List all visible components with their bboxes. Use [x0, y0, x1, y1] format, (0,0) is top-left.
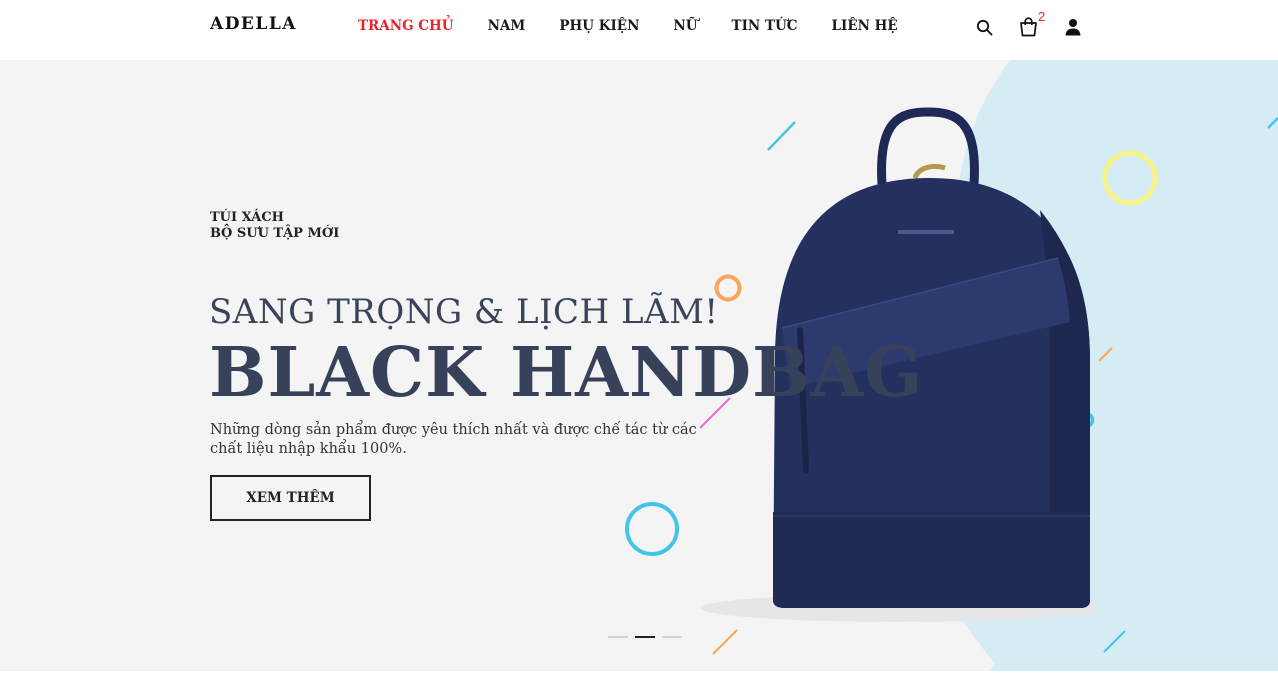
hero-collection: BỘ SƯU TẬP MỚI	[210, 226, 340, 241]
hero-headline: BLACK HANDBAG	[209, 333, 924, 413]
nav-item-nu[interactable]: NỮ	[673, 18, 697, 34]
logo[interactable]: ADELLA	[210, 14, 297, 34]
hero-description: Những dòng sản phẩm được yêu thích nhất …	[210, 422, 697, 457]
search-icon[interactable]	[976, 19, 993, 36]
nav-item-phu-kien[interactable]: PHỤ KIỆN	[559, 18, 639, 34]
user-icon[interactable]	[1065, 18, 1081, 36]
nav-item-trang-chu[interactable]: TRANG CHỦ	[358, 18, 454, 34]
slider-dot-3[interactable]	[662, 636, 682, 638]
hero-category: TÚI XÁCH	[210, 210, 284, 225]
nav-item-lien-he[interactable]: LIÊN HỆ	[832, 18, 898, 34]
nav-item-nam[interactable]: NAM	[488, 18, 526, 34]
slider-pagination	[608, 636, 682, 638]
decor-circle-blue	[625, 502, 679, 556]
cart-count-badge: 2	[1038, 9, 1046, 24]
cart-icon[interactable]	[1019, 17, 1038, 37]
view-more-button[interactable]: XEM THÊM	[210, 475, 371, 521]
main-nav: TRANG CHỦ NAM PHỤ KIỆN NỮ TIN TỨC LIÊN H…	[358, 18, 932, 34]
page-bottom	[0, 671, 1278, 700]
site-header: ADELLA TRANG CHỦ NAM PHỤ KIỆN NỮ TIN TỨC…	[0, 0, 1278, 60]
nav-item-tin-tuc[interactable]: TIN TỨC	[732, 18, 798, 34]
slider-dot-2[interactable]	[635, 636, 655, 638]
hero-subheading: SANG TRỌNG & LỊCH LÃM!	[209, 292, 719, 332]
slider-dot-1[interactable]	[608, 636, 628, 638]
hero-eyebrow: TÚI XÁCH BỘ SƯU TẬP MỚI	[210, 210, 339, 242]
hero-banner: TÚI XÁCH BỘ SƯU TẬP MỚI SANG TRỌNG & LỊC…	[0, 60, 1278, 671]
